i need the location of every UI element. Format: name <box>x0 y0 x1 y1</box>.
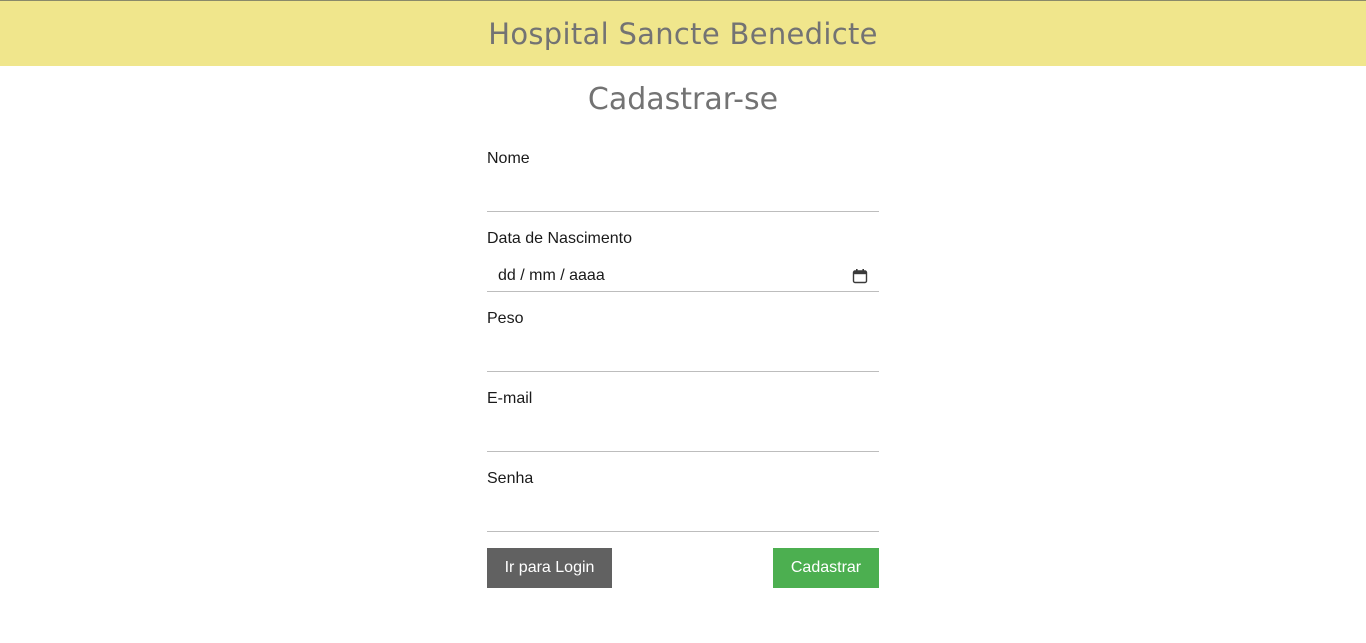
weight-input[interactable] <box>487 340 879 372</box>
app-title: Hospital Sancte Benedicte <box>488 16 878 51</box>
signup-form: Nome Data de Nascimento dd / mm / aaaa P… <box>487 148 879 548</box>
calendar-icon[interactable] <box>852 268 868 284</box>
birthdate-input[interactable]: dd / mm / aaaa <box>487 260 879 292</box>
email-label: E-mail <box>487 390 533 407</box>
form-actions: Ir para Login Cadastrar <box>487 548 879 588</box>
birthdate-placeholder: dd / mm / aaaa <box>498 266 605 284</box>
email-field-group: E-mail <box>487 388 879 468</box>
weight-label: Peso <box>487 310 524 327</box>
name-field-group: Nome <box>487 148 879 228</box>
app-header: Hospital Sancte Benedicte <box>0 0 1366 66</box>
go-to-login-button[interactable]: Ir para Login <box>487 548 612 588</box>
birthdate-field-group: Data de Nascimento dd / mm / aaaa <box>487 228 879 308</box>
register-button[interactable]: Cadastrar <box>773 548 879 588</box>
email-input[interactable] <box>487 420 879 452</box>
name-label: Nome <box>487 150 530 167</box>
password-label: Senha <box>487 470 534 487</box>
page-title: Cadastrar-se <box>587 82 779 117</box>
birthdate-label: Data de Nascimento <box>487 230 632 247</box>
password-field-group: Senha <box>487 468 879 548</box>
password-input[interactable] <box>487 500 879 532</box>
name-input[interactable] <box>487 180 879 212</box>
weight-field-group: Peso <box>487 308 879 388</box>
